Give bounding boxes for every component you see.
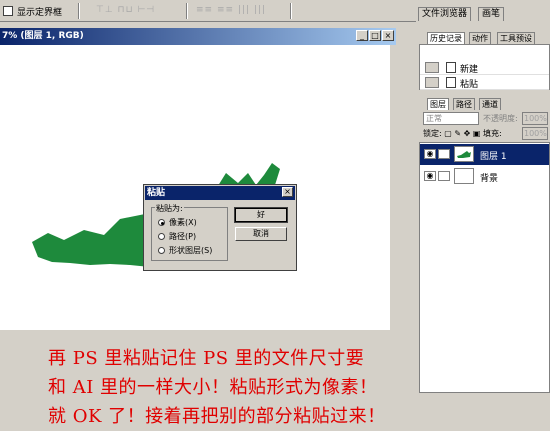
tab-brushes[interactable]: 画笔 xyxy=(478,7,505,21)
radio-pixels[interactable] xyxy=(158,219,165,226)
lock-row: 锁定: ▢ ✎ ✥ ▣ 填充: xyxy=(423,128,502,139)
brush-icon xyxy=(438,171,450,181)
radio-shape-layer-label[interactable]: 形状图层(S) xyxy=(169,245,212,256)
layer-name: 图层 1 xyxy=(480,152,507,162)
layer-thumbnail xyxy=(454,168,474,184)
eye-icon[interactable]: ◉ xyxy=(424,171,436,181)
right-panels: 历史记录 动作 工具预设 新建 粘贴 图层 路径 通道 正常 不透明度: 100… xyxy=(419,28,550,393)
history-snapshot-box xyxy=(425,77,439,88)
dialog-close-icon[interactable]: × xyxy=(282,187,293,197)
lock-label: 锁定: xyxy=(423,129,442,138)
layer-name: 背景 xyxy=(480,174,499,184)
align-buttons-disabled: ⊤⊥ ⊓⊔ ⊢⊣ xyxy=(96,5,156,15)
layer-list: ◉ 图层 1 ◉ 背景 xyxy=(419,142,550,393)
history-item[interactable]: 新建 xyxy=(420,60,549,75)
brush-icon xyxy=(438,149,450,159)
tab-tool-presets[interactable]: 工具预设 xyxy=(497,32,535,44)
lock-move-icon[interactable]: ✥ xyxy=(464,129,471,138)
history-list: 新建 粘贴 xyxy=(419,44,550,90)
paste-dialog: 粘贴 × 粘贴为: 像素(X) 路径(P) 形状图层(S) 好 取消 xyxy=(143,184,297,271)
distribute-buttons-disabled: ≡≡ ≡≡ ||| ||| xyxy=(196,5,266,15)
radio-path[interactable] xyxy=(158,233,165,240)
toolbar-separator xyxy=(290,3,292,19)
tab-paths[interactable]: 路径 xyxy=(453,98,475,110)
tab-layers[interactable]: 图层 xyxy=(427,98,449,110)
history-snapshot-box xyxy=(425,62,439,73)
tab-actions[interactable]: 动作 xyxy=(469,32,491,44)
lock-all-icon[interactable]: ▣ xyxy=(473,129,481,138)
blend-mode-select[interactable]: 正常 xyxy=(423,112,479,125)
annotation-line-2: 和 AI 里的一样大小！粘贴形式为像素！ xyxy=(48,377,378,398)
tab-channels[interactable]: 通道 xyxy=(479,98,501,110)
history-item[interactable]: 粘贴 xyxy=(420,75,549,90)
radio-path-label[interactable]: 路径(P) xyxy=(169,231,196,242)
document-title[interactable]: 7% (图层 1, RGB) xyxy=(0,28,396,45)
annotation-line-1: 再 PS 里粘贴记住 PS 里的文件尺寸要 xyxy=(48,348,365,369)
document-icon xyxy=(446,62,456,73)
toolbar-separator xyxy=(78,3,80,19)
lock-paint-icon[interactable]: ✎ xyxy=(454,129,461,138)
fill-field[interactable]: 100% xyxy=(522,127,548,140)
layer-thumbnail xyxy=(454,146,474,162)
fill-label: 填充: xyxy=(482,129,502,138)
palette-well: 文件浏览器 画笔 xyxy=(416,7,550,22)
history-item-label: 新建 xyxy=(460,65,479,75)
dialog-title[interactable]: 粘贴 xyxy=(145,186,295,200)
paste-as-label: 粘贴为: xyxy=(155,203,184,214)
maximize-icon[interactable]: □ xyxy=(369,30,381,41)
paste-icon xyxy=(446,77,456,88)
tab-file-browser[interactable]: 文件浏览器 xyxy=(418,7,472,21)
history-item-label: 粘贴 xyxy=(460,80,479,90)
toolbar-separator xyxy=(186,3,188,19)
show-bounds-label: 显示定界框 xyxy=(17,8,63,18)
layers-panel: 图层 路径 通道 正常 不透明度: 100% 锁定: ▢ ✎ ✥ ▣ 填充: 1… xyxy=(419,98,550,393)
close-icon[interactable]: × xyxy=(382,30,394,41)
opacity-field[interactable]: 100% xyxy=(522,112,548,125)
document-window: 7% (图层 1, RGB) _ □ × xyxy=(0,28,396,330)
show-bounds-checkbox[interactable] xyxy=(3,6,13,16)
minimize-icon[interactable]: _ xyxy=(356,30,368,41)
opacity-label: 不透明度: xyxy=(483,114,518,123)
ok-button[interactable]: 好 xyxy=(234,207,288,223)
cancel-button[interactable]: 取消 xyxy=(235,227,287,241)
layer-row-layer1[interactable]: ◉ 图层 1 xyxy=(420,144,549,165)
layer-row-background[interactable]: ◉ 背景 xyxy=(420,166,549,187)
radio-pixels-label[interactable]: 像素(X) xyxy=(169,217,197,228)
lock-transparency-icon[interactable]: ▢ xyxy=(444,129,452,138)
eye-icon[interactable]: ◉ xyxy=(424,149,436,159)
tab-history[interactable]: 历史记录 xyxy=(427,32,465,44)
radio-shape-layer[interactable] xyxy=(158,247,165,254)
annotation-line-3: 就 OK 了！接着再把别的部分粘贴过来！ xyxy=(48,406,386,427)
